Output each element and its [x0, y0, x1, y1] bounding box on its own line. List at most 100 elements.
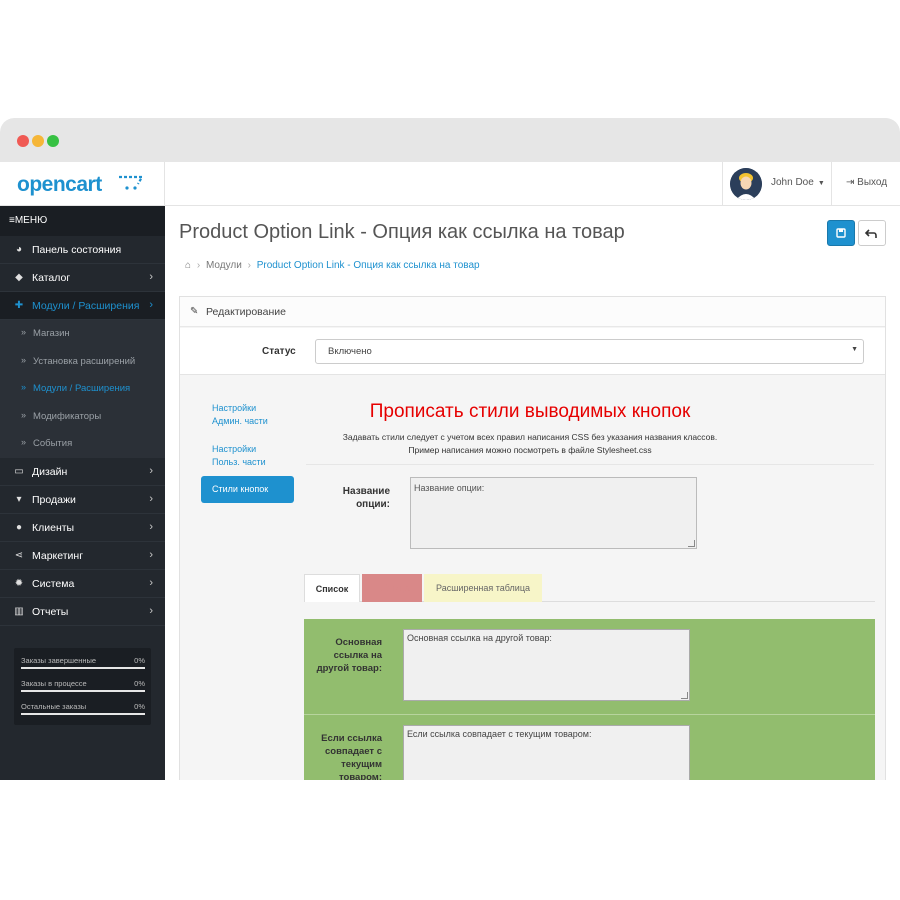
logo-text: opencart — [17, 173, 102, 196]
sidebar-item-label: Панель состояния — [32, 244, 122, 256]
sidebar-item-system[interactable]: ✹ Система › — [0, 570, 165, 598]
list-style-fields: Основная ссылка на другой товар: Основна… — [304, 619, 875, 780]
option-name-value: Название опции: — [414, 483, 485, 493]
chevron-right-icon: › — [149, 271, 153, 283]
logout-label: Выход — [857, 177, 888, 188]
sidebar-item-label: Модули / Расширения — [32, 300, 140, 312]
sidebar-item-label: Клиенты — [32, 521, 75, 534]
logo[interactable]: opencart — [0, 162, 165, 206]
floppy-disk-icon — [836, 228, 846, 238]
style-tabs: Список Таблица Расширенная таблица — [304, 574, 875, 602]
tab-admin-settings[interactable]: Настройки Админ. части — [212, 402, 282, 428]
main-link-value: Основная ссылка на другой товар: — [407, 633, 552, 643]
edit-panel: ✎ Редактирование Статус Включено ▼ Настр… — [179, 296, 886, 780]
logout-link[interactable]: ⇥ Выход — [846, 177, 887, 188]
angle-double-right-icon: » — [21, 437, 27, 447]
menu-header: ≡МЕНЮ — [0, 206, 165, 236]
angle-double-right-icon: » — [21, 354, 27, 365]
home-icon[interactable]: ⌂ — [185, 260, 191, 271]
breadcrumb-modules[interactable]: Модули — [206, 260, 242, 271]
same-product-link-label: Если ссылка совпадает с текущим товаром: — [321, 733, 382, 780]
sidebar: ≡МЕНЮ ◕ Панель состояния ◆ Каталог › ✚ М… — [0, 206, 165, 780]
sidebar-item-label: Дизайн — [32, 465, 68, 478]
option-name-textarea[interactable]: Название опции: — [410, 477, 697, 549]
chevron-right-icon: › — [149, 520, 153, 533]
window-titlebar — [0, 118, 900, 162]
cog-icon: ✹ — [14, 577, 24, 589]
user-icon: ● — [15, 521, 23, 533]
sidebar-subitem-store[interactable]: » Магазин — [0, 320, 165, 348]
close-window-dot[interactable] — [17, 135, 29, 147]
cart-icon: ▾ — [16, 493, 22, 505]
sidebar-item-label: Система — [32, 577, 75, 590]
tab-button-styles[interactable]: Стили кнопок — [201, 476, 294, 503]
breadcrumb-current[interactable]: Product Option Link - Опция как ссылка н… — [257, 260, 480, 271]
browser-window: opencart John Doe ▼ ⇥ Выход ≡МЕНЮ ◕ Пане… — [0, 118, 900, 780]
status-selected-value: Включено — [328, 346, 372, 357]
chevron-right-icon: › — [149, 492, 153, 505]
angle-double-right-icon: » — [21, 327, 27, 337]
stat-processing: Заказы в процессе 0% — [21, 679, 145, 692]
main-link-textarea[interactable]: Основная ссылка на другой товар: — [403, 629, 690, 701]
same-product-link-value: Если ссылка совпадает с текущим товаром: — [407, 729, 592, 739]
angle-double-right-icon: » — [21, 409, 27, 420]
sidebar-item-catalog[interactable]: ◆ Каталог › — [0, 264, 165, 292]
sidebar-item-customers[interactable]: ● Клиенты › — [0, 514, 165, 542]
sidebar-item-sales[interactable]: ▾ Продажи › — [0, 486, 165, 514]
tab-list[interactable]: Список — [304, 574, 360, 602]
user-menu[interactable]: John Doe ▼ — [722, 162, 832, 206]
chevron-down-icon: › — [149, 299, 153, 311]
sidebar-subitem-installer[interactable]: » Установка расширений — [0, 347, 165, 375]
status-row: Статус Включено ▼ — [180, 328, 885, 375]
caret-down-icon: ▼ — [817, 180, 825, 187]
panel-heading: ✎ Редактирование — [180, 297, 885, 327]
back-button[interactable] — [858, 220, 886, 246]
resize-handle-icon[interactable] — [681, 692, 688, 699]
sidebar-subitem-label: Установка расширений — [33, 355, 136, 367]
tab-user-settings[interactable]: Настройки Польз. части — [212, 443, 282, 469]
divider — [306, 464, 874, 465]
minimize-window-dot[interactable] — [32, 135, 44, 147]
pencil-icon: ✎ — [190, 306, 199, 317]
stat-value: 0% — [134, 679, 145, 688]
sidebar-item-extensions[interactable]: ✚ Модули / Расширения › — [0, 292, 165, 320]
order-stats-box: Заказы завершенные 0% Заказы в процессе … — [14, 648, 151, 725]
sidebar-subitem-modifications[interactable]: » Модификаторы — [0, 402, 165, 430]
avatar — [730, 168, 762, 200]
sidebar-subitem-modules[interactable]: » Модули / Расширения — [0, 375, 165, 403]
stat-completed: Заказы завершенные 0% — [21, 656, 145, 669]
main-link-label: Основная ссылка на другой товар: — [316, 637, 382, 674]
sidebar-subitem-label: События — [33, 438, 73, 449]
sidebar-item-reports[interactable]: ▥ Отчеты › — [0, 598, 165, 626]
status-select[interactable]: Включено ▼ — [315, 339, 864, 364]
stat-label: Остальные заказы — [21, 702, 87, 711]
sidebar-item-label: Каталог — [32, 272, 71, 284]
stat-other: Остальные заказы 0% — [21, 702, 145, 715]
chevron-right-icon: › — [149, 604, 153, 617]
progress-bar — [21, 713, 145, 715]
sidebar-item-design[interactable]: ▭ Дизайн › — [0, 458, 165, 486]
progress-bar — [21, 690, 145, 692]
dropdown-arrow-icon: ▼ — [851, 346, 858, 353]
option-name-label: Название опции: — [342, 486, 390, 510]
breadcrumb: ⌂ › Модули › Product Option Link - Опция… — [185, 260, 480, 271]
stat-label: Заказы в процессе — [21, 679, 87, 688]
save-button[interactable] — [827, 220, 855, 246]
maximize-window-dot[interactable] — [47, 135, 59, 147]
sidebar-item-dashboard[interactable]: ◕ Панель состояния — [0, 236, 165, 264]
reply-icon — [864, 229, 877, 238]
panel-title: Редактирование — [206, 306, 286, 318]
chevron-right-icon: › — [149, 464, 153, 477]
sign-out-icon: ⇥ — [846, 177, 855, 188]
resize-handle-icon[interactable] — [688, 540, 695, 547]
sidebar-subitem-events[interactable]: » События — [0, 430, 165, 458]
section-example-note: Пример написания можно посмотреть в файл… — [408, 445, 652, 455]
sidebar-item-label: Отчеты — [32, 605, 69, 618]
puzzle-icon: ✚ — [14, 300, 24, 311]
sidebar-item-marketing[interactable]: ⋖ Маркетинг › — [0, 542, 165, 570]
tab-table[interactable]: Таблица — [362, 574, 422, 602]
sidebar-subitem-label: Магазин — [33, 328, 70, 339]
menu-label: МЕНЮ — [14, 215, 48, 226]
tab-extended-table[interactable]: Расширенная таблица — [424, 574, 542, 602]
same-product-link-textarea[interactable]: Если ссылка совпадает с текущим товаром: — [403, 725, 690, 780]
